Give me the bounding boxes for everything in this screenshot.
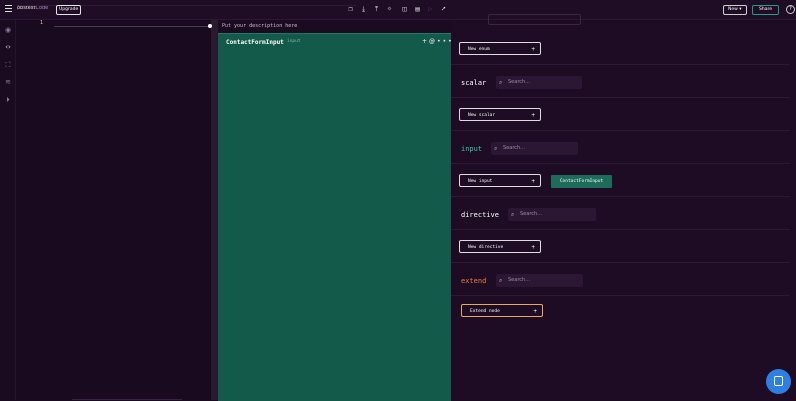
new-enum-button[interactable]: New enum +	[459, 42, 541, 55]
new-directive-button[interactable]: New directive +	[459, 240, 541, 253]
scalar-search-input[interactable]: ⌕ Search...	[496, 76, 582, 89]
type-name[interactable]: ContactFormInput	[226, 39, 284, 46]
menu-icon[interactable]	[5, 5, 12, 12]
eye-icon[interactable]: ◉	[4, 26, 12, 34]
search-icon: ⌕	[494, 145, 498, 152]
input-search-placeholder: Search...	[503, 145, 525, 151]
play-circle-icon[interactable]: ⏵	[4, 96, 12, 104]
description-field[interactable]: Put your description here	[222, 23, 297, 29]
toolbar-icons: ❐ ⤓ ⤒ ☼ ◫ ▤ ▷ ➚	[346, 4, 452, 14]
extend-node-label: Extend node	[470, 309, 500, 314]
book-icon[interactable]: ◫	[400, 4, 409, 14]
new-enum-label: New enum	[468, 47, 490, 52]
section-divider	[451, 130, 790, 131]
section-divider	[451, 196, 790, 197]
directive-search-placeholder: Search...	[520, 211, 542, 217]
search-icon: ⌕	[499, 79, 503, 86]
help-icon[interactable]: ?	[786, 5, 795, 14]
extend-search-placeholder: Search...	[508, 277, 530, 283]
new-directive-label: New directive	[468, 245, 504, 250]
new-scalar-button[interactable]: New scalar +	[459, 108, 541, 121]
lightbulb-icon[interactable]: ☼	[385, 4, 394, 14]
section-divider	[451, 229, 790, 230]
section-divider	[451, 262, 790, 263]
new-input-button[interactable]: New input +	[459, 174, 541, 187]
search-icon: ⌕	[499, 277, 503, 284]
section-divider	[451, 97, 790, 98]
top-bar: obstest / Code Upgrade ❐ ⤓ ⤒ ☼ ◫ ▤ ▷ ➚ New…	[0, 0, 796, 20]
extend-search-input[interactable]: ⌕ Search...	[496, 274, 583, 287]
new-scalar-label: New scalar	[468, 113, 496, 118]
line-number: 1	[40, 20, 44, 26]
pane-resizer[interactable]	[211, 20, 218, 400]
upload-icon[interactable]: ⤒	[372, 4, 381, 14]
left-sidebar: ◉ ‹› ⛶ ≋ ⏵	[0, 20, 16, 400]
scalar-title: scalar	[461, 79, 487, 87]
canvas-toolbar: +@•••	[422, 38, 454, 45]
type-canvas[interactable]: ContactFormInput input +@•••	[218, 33, 454, 401]
download-icon[interactable]: ⤓	[359, 4, 368, 14]
code-editor[interactable]: 1	[16, 20, 211, 400]
resize-handle[interactable]	[208, 24, 212, 28]
new-button[interactable]: New ▾	[723, 5, 747, 15]
breadcrumb: obstest / Code	[17, 5, 356, 11]
plus-icon: +	[531, 46, 535, 53]
new-input-label: New input	[468, 179, 493, 184]
file-icon[interactable]: ▤	[413, 4, 422, 14]
section-divider	[451, 64, 790, 65]
plus-icon: +	[531, 112, 535, 119]
input-type-chip[interactable]: ContactFormInput	[551, 175, 612, 188]
directive-search-input[interactable]: ⌕ Search...	[508, 208, 596, 221]
plus-icon: +	[531, 178, 535, 185]
input-search-input[interactable]: ⌕ Search...	[491, 142, 578, 155]
rocket-icon[interactable]: ➚	[439, 4, 448, 14]
chat-icon[interactable]	[766, 369, 791, 394]
editor-cursor-line	[54, 26, 209, 27]
scalar-search-placeholder: Search...	[508, 79, 530, 85]
add-field-icon[interactable]: +	[422, 38, 429, 45]
section-divider	[451, 163, 790, 164]
input-title: input	[461, 145, 483, 153]
extend-title: extend	[461, 277, 487, 285]
directive-icon[interactable]: @	[429, 38, 437, 45]
layers-icon[interactable]: ≋	[4, 78, 12, 86]
extend-node-button[interactable]: Extend node +	[461, 304, 543, 317]
play-icon[interactable]: ▷	[426, 4, 435, 14]
search-icon: ⌕	[511, 211, 515, 218]
right-panel: New enum + scalar ⌕ Search... New scalar + …	[451, 14, 796, 400]
fullscreen-icon[interactable]: ⛶	[4, 61, 12, 69]
search-input-top[interactable]	[488, 14, 581, 25]
directive-title: directive	[461, 211, 499, 219]
share-button[interactable]: Share	[752, 5, 779, 15]
upgrade-button[interactable]: Upgrade	[56, 5, 82, 15]
section-divider	[451, 295, 790, 296]
plus-icon: +	[533, 308, 537, 315]
copy-icon[interactable]: ❐	[346, 4, 355, 14]
type-kind: input	[287, 39, 301, 44]
plus-icon: +	[531, 244, 535, 251]
code-icon[interactable]: ‹›	[4, 43, 12, 51]
